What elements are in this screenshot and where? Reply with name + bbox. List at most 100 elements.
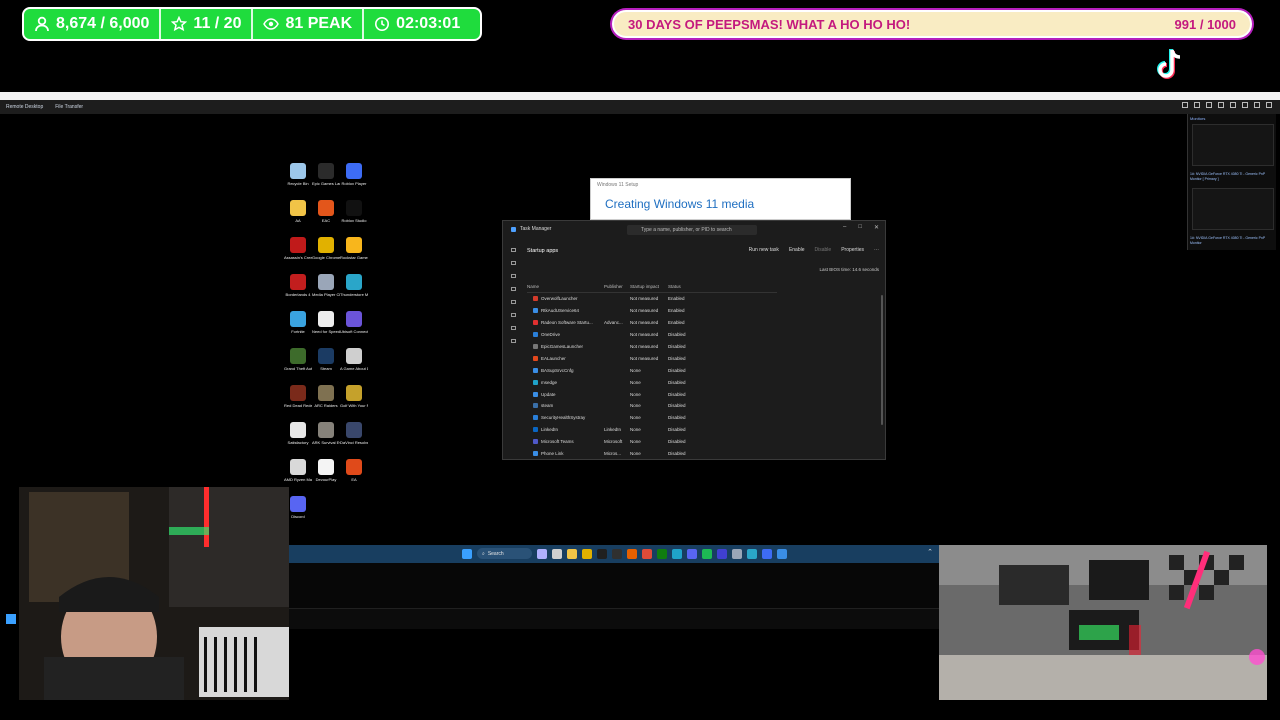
startup-apps-icon[interactable] <box>510 300 516 304</box>
firefox-icon[interactable] <box>627 548 637 559</box>
startup-app-row[interactable]: Update None Disabled <box>527 388 882 400</box>
chevron-up-icon[interactable]: ⌃ <box>927 548 933 556</box>
file-transfer-tab[interactable]: File Transfer <box>55 104 83 110</box>
startup-app-row[interactable]: Microsoft Teams Microsoft None Disabled <box>527 436 882 448</box>
maximize-icon[interactable]: □ <box>858 224 862 231</box>
monitor-1-thumbnail[interactable] <box>1192 124 1274 166</box>
desktop-icon[interactable]: EAC <box>312 200 340 232</box>
desktop-icon[interactable]: Thunderstore Mod Mana... <box>340 274 368 306</box>
keyboard-icon[interactable] <box>1206 102 1212 108</box>
desktop-icon[interactable]: Fortnite <box>284 311 312 343</box>
record-icon[interactable] <box>1230 102 1236 108</box>
desktop-icon[interactable]: Roblox Studio <box>340 200 368 232</box>
desktop-icon[interactable]: Steam <box>312 348 340 380</box>
startup-app-row[interactable]: RtkAudUService64 Not measured Enabled <box>527 305 882 317</box>
app-name-cell: Phone Link <box>527 451 604 457</box>
services-icon[interactable] <box>510 339 516 343</box>
desktop-icon[interactable]: Borderlands 4 <box>284 274 312 306</box>
column-header-status[interactable]: Status <box>668 284 708 292</box>
monitor-2-thumbnail[interactable] <box>1192 188 1274 230</box>
streamdeck-icon[interactable] <box>717 548 727 559</box>
desktop-icon[interactable]: DevourPlay <box>312 459 340 491</box>
desktop-icon[interactable]: Google Chrome <box>312 237 340 269</box>
run-new-task-button[interactable]: Run new task <box>749 247 779 253</box>
scrollbar[interactable] <box>881 295 883 425</box>
store-icon[interactable] <box>762 548 772 559</box>
remote-desktop-tab[interactable]: Remote Desktop <box>6 104 43 110</box>
desktop-icon[interactable]: EA <box>340 459 368 491</box>
discord-taskbar-icon[interactable] <box>687 548 697 559</box>
file-explorer-icon[interactable] <box>567 548 577 559</box>
desktop-icon[interactable]: Satisfactory <box>284 422 312 454</box>
spotify-icon[interactable] <box>702 548 712 559</box>
task-manager-search-input[interactable]: Type a name, publisher, or PID to search <box>627 225 757 235</box>
enable-button[interactable]: Enable <box>789 247 805 253</box>
obs-icon[interactable] <box>612 548 622 559</box>
desktop-icon[interactable]: Grand Theft Auto V En... <box>284 348 312 380</box>
xbox-icon[interactable] <box>657 548 667 559</box>
startup-app-row[interactable]: Phone Link Micros... None Disabled <box>527 448 882 460</box>
disable-button[interactable]: Disable <box>815 247 832 253</box>
desktop-icon[interactable]: Recycle Bin <box>284 163 312 195</box>
desktop-icon[interactable]: Roblox Player <box>340 163 368 195</box>
startup-app-row[interactable]: OneDrive Not measured Disabled <box>527 329 882 341</box>
startup-app-row[interactable]: OverwolfLauncher Not measured Enabled <box>527 293 882 305</box>
taskbar-search[interactable]: ⌕ Search <box>477 548 532 559</box>
properties-button[interactable]: Properties <box>841 247 864 253</box>
desktop-icon[interactable]: Need for Speed <box>312 311 340 343</box>
column-header-publisher[interactable]: Publisher <box>604 284 630 292</box>
chat-icon[interactable] <box>1218 102 1224 108</box>
processes-icon[interactable] <box>510 261 516 265</box>
windows-setup-window[interactable]: Windows 11 Setup Creating Windows 11 med… <box>590 178 851 220</box>
settings-icon[interactable] <box>1254 102 1260 108</box>
screenshot-icon[interactable] <box>1242 102 1248 108</box>
terminal-icon[interactable] <box>597 548 607 559</box>
column-header-name[interactable]: Name <box>527 284 604 292</box>
performance-icon[interactable] <box>510 274 516 278</box>
clock-icon <box>375 17 390 31</box>
fullscreen-icon[interactable] <box>1266 102 1272 108</box>
startup-app-row[interactable]: LinkedIn LinkedIn None Disabled <box>527 424 882 436</box>
status-cell: Enabled <box>668 320 685 326</box>
startup-app-row[interactable]: Radeon Software Startu... Advanc... Not me… <box>527 317 882 329</box>
desktop-icon[interactable]: Golf With Your Friends <box>340 385 368 417</box>
desktop-icon[interactable]: DaVinci Resolve <box>340 422 368 454</box>
startup-app-row[interactable]: BASupSrvcCnfg None Disabled <box>527 364 882 376</box>
startup-app-row[interactable]: EpicGamesLauncher Not measured Disabled <box>527 341 882 353</box>
task-manager-window[interactable]: Task Manager Type a name, publisher, or … <box>502 220 886 460</box>
menu-icon[interactable] <box>510 248 516 252</box>
desktop-icon[interactable]: Ubisoft Connect <box>340 311 368 343</box>
display-icon[interactable] <box>1194 102 1200 108</box>
column-header-startup-impact[interactable]: Startup impact <box>630 284 668 292</box>
desktop-icon[interactable]: Media Player Classic <box>312 274 340 306</box>
edge-icon[interactable] <box>672 548 682 559</box>
users-icon[interactable] <box>510 313 516 317</box>
startup-app-row[interactable]: EALauncher Not measured Disabled <box>527 352 882 364</box>
settings-taskbar-icon[interactable] <box>732 548 742 559</box>
app-icon[interactable] <box>747 548 757 559</box>
desktop-icon[interactable]: ARC Raiders <box>312 385 340 417</box>
startup-app-row[interactable]: msedge None Disabled <box>527 376 882 388</box>
close-icon[interactable]: ✕ <box>874 224 879 231</box>
desktop-icon[interactable]: ARK Survival Evolved <box>312 422 340 454</box>
copilot-icon[interactable] <box>537 548 547 559</box>
chrome-taskbar-icon[interactable] <box>582 548 592 559</box>
app-history-icon[interactable] <box>510 287 516 291</box>
desktop-icon[interactable]: Assassin's Creed S... <box>284 237 312 269</box>
desktop-icon[interactable]: Epic Games Launcher <box>312 163 340 195</box>
desktop-icon[interactable]: Red Dead Redempti... <box>284 385 312 417</box>
desktop-icon[interactable]: A Game About D... <box>340 348 368 380</box>
task-manager-taskbar-icon[interactable] <box>777 548 787 559</box>
task-view-icon[interactable] <box>552 548 562 559</box>
more-options-icon[interactable]: ⋯ <box>874 247 879 253</box>
minimize-icon[interactable]: – <box>843 224 846 231</box>
chrome-alt-icon[interactable] <box>642 548 652 559</box>
details-icon[interactable] <box>510 326 516 330</box>
startup-app-row[interactable]: SecurityHealthSystray None Disabled <box>527 412 882 424</box>
info-icon[interactable] <box>1182 102 1188 108</box>
task-manager-actions: Run new task Enable Disable Properties ⋯ <box>749 247 879 253</box>
desktop-icon[interactable]: Rockstar Games ... <box>340 237 368 269</box>
startup-app-row[interactable]: steam None Disabled <box>527 400 882 412</box>
desktop-icon[interactable]: AA <box>284 200 312 232</box>
start-icon[interactable] <box>462 548 472 559</box>
